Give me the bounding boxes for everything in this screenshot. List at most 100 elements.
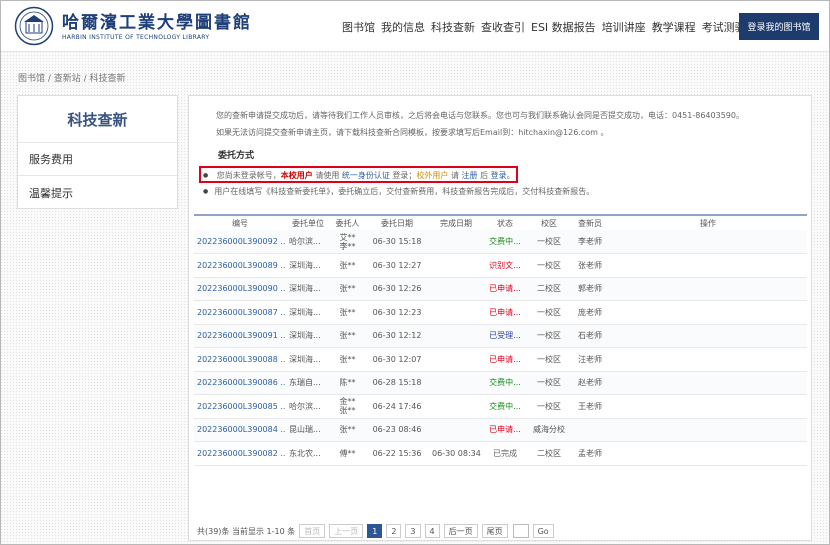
sidebar-item-service-fee[interactable]: 服务费用 xyxy=(18,143,177,176)
cell-id[interactable]: 202236000L390091 ... xyxy=(194,324,286,348)
cell-finish xyxy=(429,418,483,442)
nav-novelty-search[interactable]: 科技查新 xyxy=(431,19,475,35)
cell-action xyxy=(609,371,807,395)
last-page-button[interactable]: 尾页 xyxy=(481,524,508,538)
cell-status: 已受理... xyxy=(489,331,521,341)
cell-status: 识别文... xyxy=(489,260,521,270)
cell-action xyxy=(609,418,807,442)
section-title-commission: 委托方式 xyxy=(218,151,255,161)
commission-table: 编号 委托单位 委托人 委托日期 完成日期 状态 校区 查新员 操作 20223… xyxy=(194,214,807,466)
next-page-button[interactable]: 后一页 xyxy=(443,524,478,538)
cell-date: 06-24 17:46 xyxy=(372,401,422,411)
cell-finish xyxy=(429,348,483,372)
cell-campus: 一校区 xyxy=(537,237,561,246)
cell-id[interactable]: 202236000L390086 ... xyxy=(194,371,286,395)
cell-id[interactable]: 202236000L390082 ... xyxy=(194,442,286,466)
cell-campus: 二校区 xyxy=(537,284,561,294)
page-3-button[interactable]: 3 xyxy=(405,524,421,538)
cell-id[interactable]: 202236000L390090 ... xyxy=(194,277,286,301)
cell-campus: 威海分校 xyxy=(533,425,565,435)
cell-finish xyxy=(429,277,483,301)
cell-staff: 孟老师 xyxy=(578,448,602,458)
cell-status: 已申请... xyxy=(489,425,521,435)
cell-client: 张** xyxy=(339,354,356,364)
nav-training[interactable]: 培训讲座 xyxy=(602,19,646,35)
cell-campus: 一校区 xyxy=(537,260,561,270)
sidebar-item-tips[interactable]: 温馨提示 xyxy=(18,176,177,209)
cell-date: 06-28 15:18 xyxy=(372,378,422,388)
sidebar-title: 科技查新 xyxy=(18,96,177,143)
table-row: 202236000L390091 ... 深圳海... 张** 06-30 12:12… xyxy=(194,324,807,348)
cell-client: 艾** 李** xyxy=(339,232,356,251)
cell-client: 张** xyxy=(339,425,356,435)
nav-courses[interactable]: 教学课程 xyxy=(652,19,696,35)
cell-action xyxy=(609,254,807,278)
th-id: 编号 xyxy=(232,218,248,228)
main-panel: 您的查新申请提交成功后，请等待我们工作人员审核，之后将会电话与您联系。您也可与我… xyxy=(188,95,812,541)
cell-campus: 一校区 xyxy=(537,307,561,317)
cell-date: 06-30 12:26 xyxy=(372,284,422,294)
cell-status: 交费中... xyxy=(489,401,521,411)
cell-unit: 深圳海... xyxy=(289,284,321,294)
nav-library[interactable]: 图书馆 xyxy=(342,19,375,35)
cell-status: 已申请... xyxy=(489,307,521,317)
highlight-box xyxy=(199,166,518,183)
cell-unit: 昆山瑞... xyxy=(289,425,321,435)
nav-my-info[interactable]: 我的信息 xyxy=(381,19,425,35)
page-4-button[interactable]: 4 xyxy=(424,524,440,538)
th-staff: 查新员 xyxy=(578,218,602,228)
cell-id[interactable]: 202236000L390088 ... xyxy=(194,348,286,372)
table-row: 202236000L390088 ... 深圳海... 张** 06-30 12:07… xyxy=(194,348,807,372)
cell-finish xyxy=(429,230,483,254)
cell-client: 傅** xyxy=(339,448,356,458)
cell-unit: 东瑞自... xyxy=(289,378,321,388)
cell-finish: 06-30 08:34 xyxy=(432,448,481,458)
cell-campus: 一校区 xyxy=(537,378,561,388)
table-header: 编号 委托单位 委托人 委托日期 完成日期 状态 校区 查新员 操作 xyxy=(194,216,807,230)
table-row: 202236000L390085 ... 哈尔滨... 金** 张** 06-24 17… xyxy=(194,395,807,419)
cell-finish xyxy=(429,324,483,348)
cell-id[interactable]: 202236000L390087 ... xyxy=(194,301,286,325)
login-my-library-button[interactable]: 登录我的图书馆 xyxy=(739,13,819,40)
cell-unit: 深圳海... xyxy=(289,307,321,317)
cell-staff: 石老师 xyxy=(578,331,602,341)
cell-id[interactable]: 202236000L390092 ... xyxy=(194,230,286,254)
cell-staff: 王老师 xyxy=(578,401,602,411)
table-row: 202236000L390092 ... 哈尔滨... 艾** 李** 06-30 15… xyxy=(194,230,807,254)
cell-unit: 哈尔滨... xyxy=(289,401,321,411)
cell-action xyxy=(609,230,807,254)
prev-page-button[interactable]: 上一页 xyxy=(329,524,364,538)
nav-esi-report[interactable]: ESI 数据报告 xyxy=(531,19,596,35)
cell-client: 张** xyxy=(339,331,356,341)
th-unit: 委托单位 xyxy=(292,218,324,228)
cell-date: 06-30 12:12 xyxy=(372,331,422,341)
notice-download-template: 如果无法访问提交查新申请主页，请下载科技查新合同模板，按要求填写后Email到：… xyxy=(216,128,609,137)
go-button[interactable]: Go xyxy=(532,524,554,538)
cell-date: 06-30 12:27 xyxy=(372,260,422,270)
cell-date: 06-23 08:46 xyxy=(372,425,422,435)
logo-subtitle: HARBIN INSTITUTE OF TECHNOLOGY LIBRARY xyxy=(62,34,210,41)
cell-client: 张** xyxy=(339,307,356,317)
cell-unit: 深圳海... xyxy=(289,331,321,341)
cell-campus: 一校区 xyxy=(537,331,561,341)
cell-staff: 李老师 xyxy=(578,237,602,246)
cell-status: 交费中... xyxy=(489,237,521,246)
cell-staff: 汪老师 xyxy=(578,354,602,364)
page-1-button[interactable]: 1 xyxy=(367,524,383,538)
cell-id[interactable]: 202236000L390089 ... xyxy=(194,254,286,278)
table-row: 202236000L390089 ... 深圳海... 张** 06-30 12:27… xyxy=(194,254,807,278)
notice-submit-info: 您的查新申请提交成功后，请等待我们工作人员审核，之后将会电话与您联系。您也可与我… xyxy=(216,111,744,120)
first-page-button[interactable]: 首页 xyxy=(299,524,326,538)
cell-status: 交费中... xyxy=(489,378,521,388)
cell-status: 已申请... xyxy=(489,354,521,364)
cell-staff: 郭老师 xyxy=(578,284,602,294)
page-2-button[interactable]: 2 xyxy=(386,524,402,538)
cell-id[interactable]: 202236000L390084 ... xyxy=(194,418,286,442)
table-row: 202236000L390082 ... 东北农... 傅** 06-22 15:36… xyxy=(194,442,807,466)
cell-id[interactable]: 202236000L390085 ... xyxy=(194,395,286,419)
page-number-input[interactable] xyxy=(512,524,529,538)
cell-campus: 一校区 xyxy=(537,354,561,364)
nav-citation[interactable]: 查收查引 xyxy=(481,19,525,35)
cell-finish xyxy=(429,395,483,419)
cell-action xyxy=(609,277,807,301)
